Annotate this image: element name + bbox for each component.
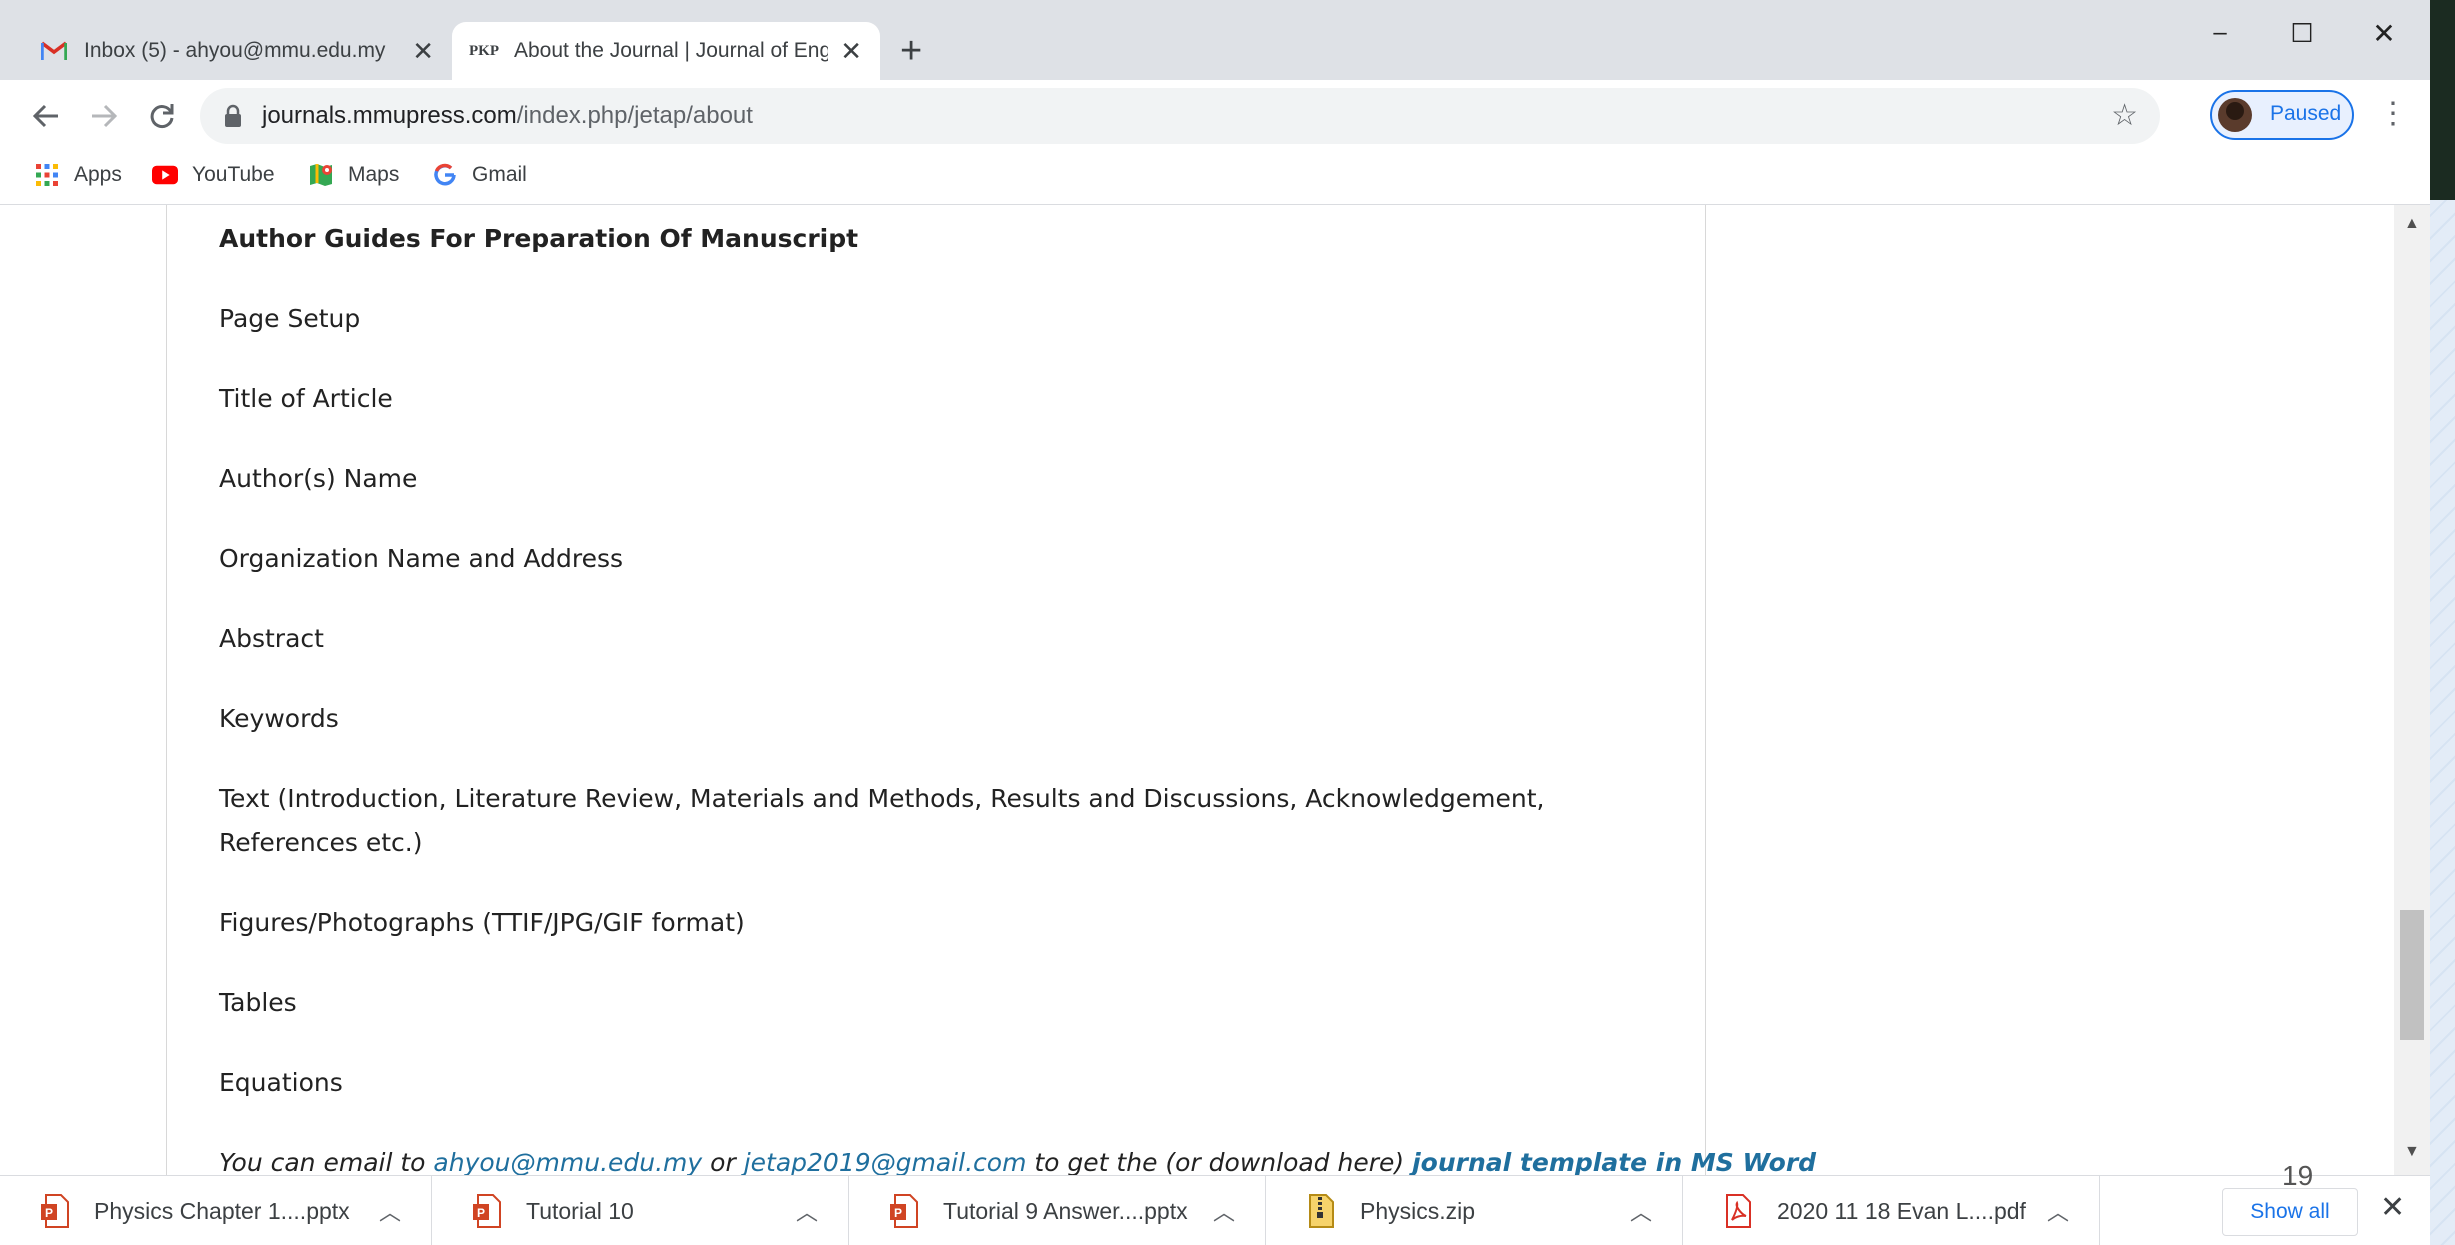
guide-item: Tables: [219, 988, 297, 1017]
powerpoint-icon: P: [41, 1194, 69, 1228]
minimize-button[interactable]: –: [2180, 8, 2260, 58]
download-filename: Tutorial 9 Answer....pptx: [943, 1197, 1188, 1224]
tab-title: Inbox (5) - ahyou@mmu.edu.my: [84, 39, 386, 62]
download-item[interactable]: P Tutorial 9 Answer....pptx ︿: [849, 1176, 1266, 1245]
download-item[interactable]: P Physics Chapter 1....pptx ︿: [0, 1176, 432, 1245]
chevron-up-icon[interactable]: ︿: [2047, 1195, 2069, 1227]
pkp-icon: PKP: [469, 42, 499, 59]
guide-item: Page Setup: [219, 304, 361, 333]
email-link-jetap[interactable]: jetap2019@gmail.com: [744, 1148, 1027, 1175]
profile-button[interactable]: Paused: [2210, 90, 2354, 140]
download-item[interactable]: P Tutorial 10 ︿: [432, 1176, 849, 1245]
article-content: Author Guides For Preparation Of Manuscr…: [219, 217, 1817, 1175]
chevron-up-icon[interactable]: ︿: [796, 1195, 818, 1227]
download-item[interactable]: Physics.zip ︿: [1266, 1176, 1683, 1245]
main-content-column: Author Guides For Preparation Of Manuscr…: [166, 205, 1817, 1175]
youtube-icon: [152, 162, 178, 188]
scroll-up-arrow-icon[interactable]: ▲: [2404, 215, 2420, 233]
desktop-edge: [2430, 0, 2455, 200]
guide-item: Title of Article: [219, 384, 393, 413]
section-heading: Author Guides For Preparation Of Manuscr…: [219, 224, 859, 253]
guide-item: Keywords: [219, 704, 339, 733]
tab-title: About the Journal | Journal of Eng: [514, 39, 829, 62]
lock-icon: [224, 104, 242, 133]
download-filename: 2020 11 18 Evan L....pdf: [1777, 1197, 2026, 1224]
apps-grid-icon: [34, 162, 60, 188]
menu-kebab-icon[interactable]: ⋮: [2378, 96, 2408, 132]
svg-text:P: P: [477, 1206, 485, 1220]
email-link-ahyou[interactable]: ahyou@mmu.edu.my: [433, 1148, 702, 1175]
browser-window: Inbox (5) - ahyou@mmu.edu.my ✕ PKP About…: [0, 0, 2430, 1245]
close-tab-icon[interactable]: ✕: [412, 36, 434, 67]
gmail-icon: [40, 37, 68, 65]
svg-text:P: P: [45, 1206, 53, 1220]
download-filename: Physics.zip: [1360, 1197, 1476, 1224]
bookmark-label: Maps: [348, 163, 400, 186]
tab-strip: Inbox (5) - ahyou@mmu.edu.my ✕ PKP About…: [0, 0, 2430, 80]
google-icon: [432, 162, 458, 188]
page-gutter: [12, 205, 166, 1175]
download-item[interactable]: 2020 11 18 Evan L....pdf ︿: [1683, 1176, 2100, 1245]
show-all-downloads-button[interactable]: Show all: [2222, 1188, 2358, 1236]
pdf-icon: [1726, 1194, 1751, 1228]
tab-gmail-inbox[interactable]: Inbox (5) - ahyou@mmu.edu.my ✕: [22, 22, 452, 80]
close-tab-icon[interactable]: ✕: [840, 36, 862, 67]
maximize-button[interactable]: ☐: [2262, 8, 2342, 58]
guide-item: Equations: [219, 1068, 343, 1097]
close-downloads-icon[interactable]: ✕: [2380, 1190, 2405, 1225]
svg-text:P: P: [894, 1206, 902, 1220]
bookmark-maps[interactable]: Maps: [308, 162, 399, 188]
profile-status: Paused: [2270, 102, 2342, 125]
reload-icon: [150, 104, 174, 128]
powerpoint-icon: P: [890, 1194, 918, 1228]
guide-item: Organization Name and Address: [219, 544, 624, 573]
new-tab-button[interactable]: +: [900, 32, 922, 70]
template-download-link[interactable]: journal template in MS Word: [1412, 1148, 1816, 1175]
address-bar[interactable]: journals.mmupress.com/index.php/jetap/ab…: [200, 88, 2160, 144]
tab-about-journal[interactable]: PKP About the Journal | Journal of Eng ✕: [452, 22, 880, 80]
chevron-up-icon[interactable]: ︿: [1630, 1195, 1652, 1227]
chevron-up-icon[interactable]: ︿: [379, 1195, 401, 1227]
powerpoint-icon: P: [473, 1194, 501, 1228]
page-scrollbar[interactable]: ▲ ▼: [2394, 205, 2430, 1175]
browser-toolbar: journals.mmupress.com/index.php/jetap/ab…: [0, 80, 2430, 152]
bookmark-label: Apps: [74, 163, 122, 186]
bookmark-gmail[interactable]: Gmail: [432, 162, 527, 188]
guide-item: Author(s) Name: [219, 464, 418, 493]
scroll-down-arrow-icon[interactable]: ▼: [2404, 1143, 2420, 1161]
bookmark-label: YouTube: [192, 163, 275, 186]
reload-button[interactable]: [140, 94, 184, 138]
forward-button[interactable]: [82, 94, 126, 138]
url-text: journals.mmupress.com/index.php/jetap/ab…: [262, 102, 753, 129]
bookmark-youtube[interactable]: YouTube: [152, 162, 275, 188]
template-note: You can email to ahyou@mmu.edu.my or jet…: [219, 1148, 1817, 1175]
guide-item: Figures/Photographs (TTIF/JPG/GIF format…: [219, 908, 745, 937]
bookmark-star-icon[interactable]: ☆: [2111, 98, 2138, 133]
bookmark-label: Gmail: [472, 163, 527, 186]
page-viewport: Author Guides For Preparation Of Manuscr…: [0, 205, 2430, 1175]
bookmark-apps[interactable]: Apps: [34, 162, 122, 188]
guide-item: Abstract: [219, 624, 324, 653]
maps-icon: [308, 162, 334, 188]
guide-item: Text (Introduction, Literature Review, M…: [219, 784, 1545, 857]
downloads-shelf: P Physics Chapter 1....pptx ︿ P Tutorial…: [0, 1175, 2430, 1245]
back-arrow-icon: [32, 104, 58, 128]
forward-arrow-icon: [92, 104, 118, 128]
close-window-button[interactable]: ✕: [2344, 8, 2424, 58]
zip-icon: [1309, 1194, 1334, 1228]
avatar: [2218, 98, 2252, 132]
bookmarks-bar: Apps YouTube Maps Gmail: [0, 152, 2430, 205]
back-button[interactable]: [24, 94, 68, 138]
slide-number: 19: [2282, 1160, 2314, 1191]
scrollbar-thumb[interactable]: [2400, 910, 2424, 1040]
download-filename: Tutorial 10: [526, 1197, 634, 1224]
chevron-up-icon[interactable]: ︿: [1213, 1195, 1235, 1227]
download-filename: Physics Chapter 1....pptx: [94, 1197, 350, 1224]
